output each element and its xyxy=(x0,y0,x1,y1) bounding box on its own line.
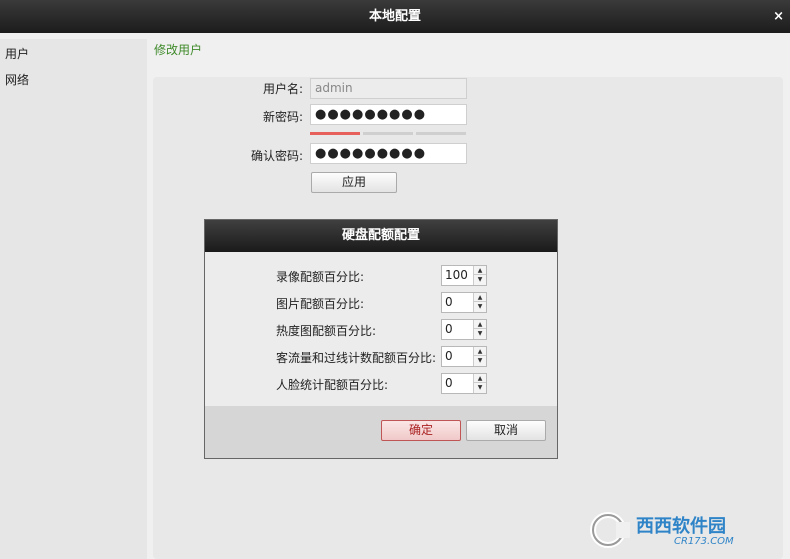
spin-up-icon[interactable]: ▲ xyxy=(474,347,486,356)
window-titlebar: 本地配置 × xyxy=(0,0,790,33)
watermark-logo: 西西软件园 CR173.COM xyxy=(588,508,772,552)
quota-spinbox-heatmap[interactable]: 0 ▲ ▼ xyxy=(441,319,487,340)
apply-button[interactable]: 应用 xyxy=(311,172,397,193)
username-field: admin xyxy=(310,78,467,99)
spin-down-icon[interactable]: ▼ xyxy=(474,275,486,284)
quota-value[interactable]: 0 xyxy=(445,349,453,363)
confirm-password-label: 确认密码: xyxy=(250,149,303,163)
quota-spinbox-record[interactable]: 100 ▲ ▼ xyxy=(441,265,487,286)
strength-segment-2 xyxy=(363,132,413,135)
quota-value[interactable]: 100 xyxy=(445,268,468,282)
dialog-title: 硬盘配额配置 xyxy=(205,220,557,252)
quota-spinbox-picture[interactable]: 0 ▲ ▼ xyxy=(441,292,487,313)
spin-down-icon[interactable]: ▼ xyxy=(474,302,486,311)
spin-up-icon[interactable]: ▲ xyxy=(474,293,486,302)
sidebar-item-network[interactable]: 网络 xyxy=(0,67,147,93)
watermark-subtext: CR173.COM xyxy=(674,536,734,547)
dialog-footer: 确定 取消 xyxy=(205,406,557,458)
confirm-password-field[interactable]: ●●●●●●●●● xyxy=(310,143,467,164)
quota-label-people-counting: 客流量和过线计数配额百分比: xyxy=(276,351,437,365)
quota-label-face-statistics: 人脸统计配额百分比: xyxy=(276,378,389,392)
close-icon[interactable]: × xyxy=(773,0,784,33)
quota-spinbox-people-counting[interactable]: 0 ▲ ▼ xyxy=(441,346,487,367)
strength-segment-1 xyxy=(310,132,360,135)
page-title: 修改用户 xyxy=(154,43,203,57)
spin-up-icon[interactable]: ▲ xyxy=(474,266,486,275)
strength-segment-3 xyxy=(416,132,466,135)
spin-up-icon[interactable]: ▲ xyxy=(474,320,486,329)
spin-down-icon[interactable]: ▼ xyxy=(474,329,486,338)
quota-spinbox-face-statistics[interactable]: 0 ▲ ▼ xyxy=(441,373,487,394)
watermark-text: 西西软件园 xyxy=(636,516,726,537)
spin-down-icon[interactable]: ▼ xyxy=(474,383,486,392)
cancel-button[interactable]: 取消 xyxy=(466,420,546,441)
quota-label-picture: 图片配额百分比: xyxy=(276,297,365,311)
sidebar-item-user[interactable]: 用户 xyxy=(0,41,147,67)
disk-quota-dialog: 硬盘配额配置 录像配额百分比: 100 ▲ ▼ 图片配额百分比: 0 ▲ ▼ 热度图… xyxy=(204,219,558,459)
watermark-emblem-icon xyxy=(590,512,630,548)
new-password-field[interactable]: ●●●●●●●●● xyxy=(310,104,467,125)
quota-value[interactable]: 0 xyxy=(445,322,453,336)
spin-down-icon[interactable]: ▼ xyxy=(474,356,486,365)
quota-label-record: 录像配额百分比: xyxy=(276,270,365,284)
ok-button[interactable]: 确定 xyxy=(381,420,461,441)
quota-label-heatmap: 热度图配额百分比: xyxy=(276,324,377,338)
dialog-body: 录像配额百分比: 100 ▲ ▼ 图片配额百分比: 0 ▲ ▼ 热度图配额百分比: … xyxy=(205,252,557,406)
spin-up-icon[interactable]: ▲ xyxy=(474,374,486,383)
new-password-label: 新密码: xyxy=(262,110,303,124)
sidebar: 用户 网络 xyxy=(0,39,147,559)
window-title: 本地配置 xyxy=(368,9,421,24)
username-label: 用户名: xyxy=(262,82,303,96)
quota-value[interactable]: 0 xyxy=(445,376,453,390)
quota-value[interactable]: 0 xyxy=(445,295,453,309)
